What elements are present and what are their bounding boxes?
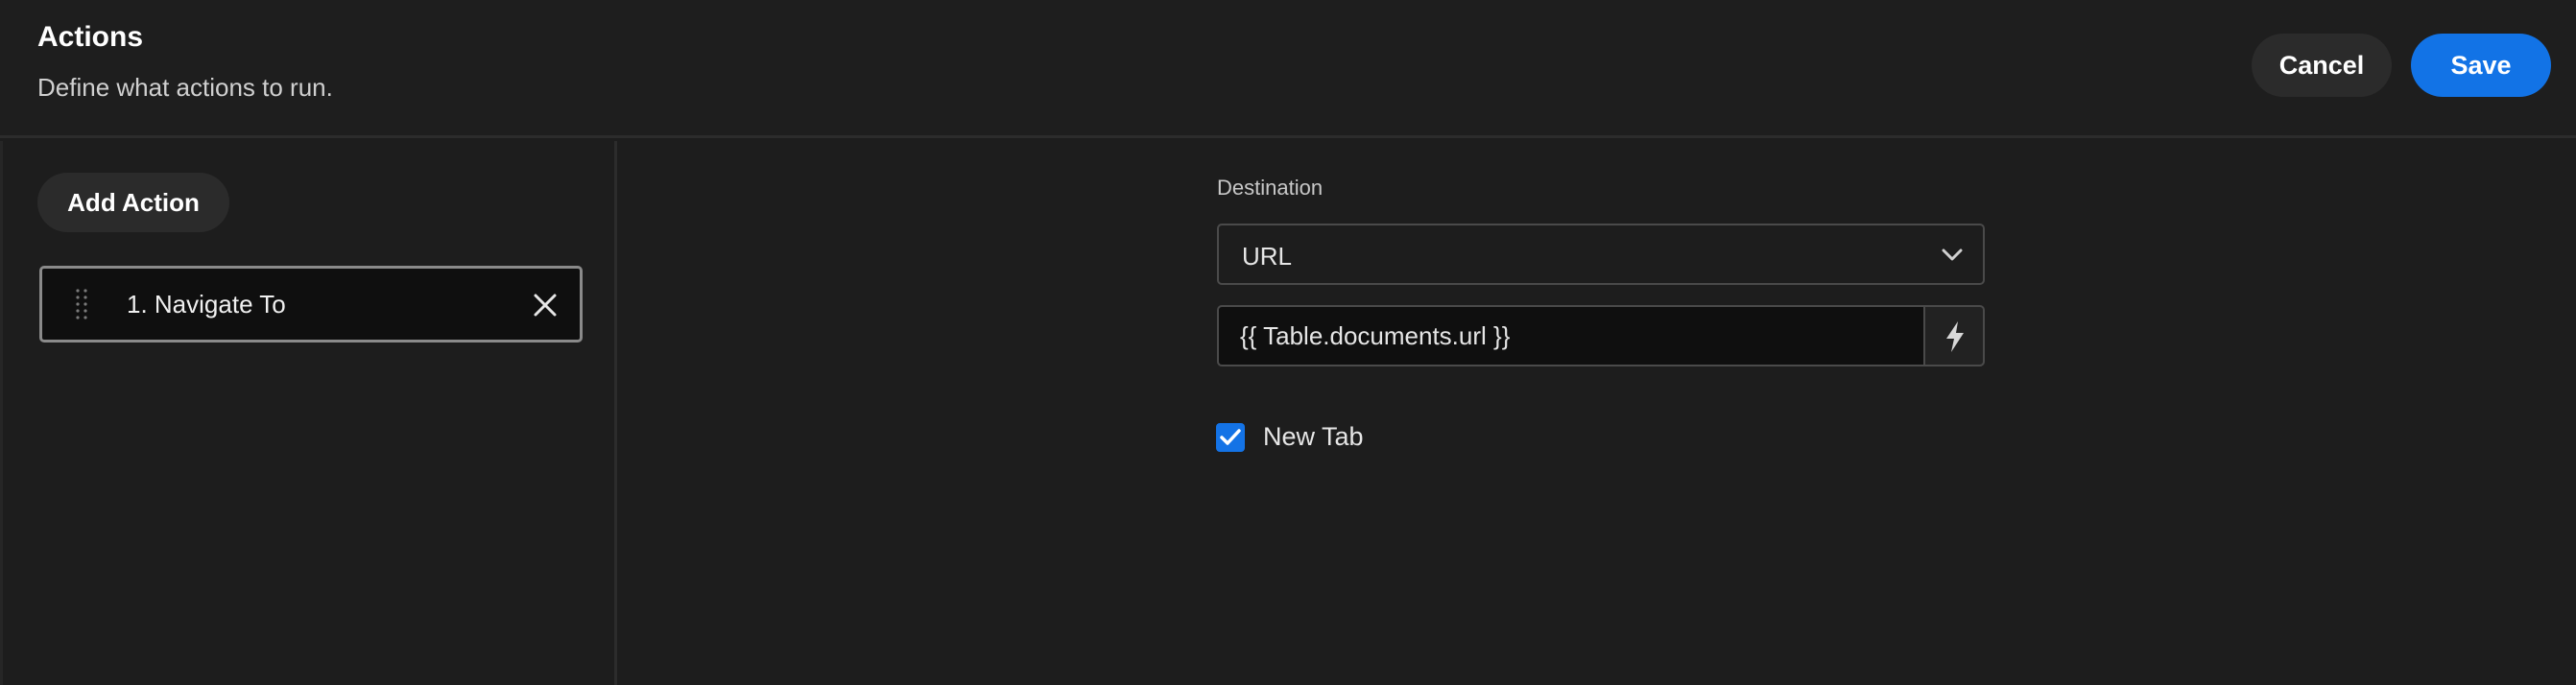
new-tab-label[interactable]: New Tab bbox=[1263, 422, 1364, 452]
destination-type-value: URL bbox=[1242, 242, 1293, 271]
action-list-item[interactable]: 1. Navigate To bbox=[39, 266, 583, 342]
drag-handle-icon[interactable] bbox=[75, 288, 88, 322]
checkmark-icon bbox=[1220, 429, 1241, 445]
page-title: Actions bbox=[37, 21, 144, 53]
actions-sidebar: Add Action 1. Navigate To bbox=[0, 141, 617, 685]
binding-button[interactable] bbox=[1923, 305, 1985, 366]
new-tab-checkbox[interactable] bbox=[1216, 423, 1245, 452]
cancel-button[interactable]: Cancel bbox=[2252, 34, 2392, 97]
header: Actions Define what actions to run. Canc… bbox=[0, 0, 2576, 138]
url-input[interactable] bbox=[1217, 305, 1925, 366]
destination-label: Destination bbox=[1217, 176, 1324, 200]
destination-type-select[interactable]: URL bbox=[1217, 224, 1985, 285]
action-item-label: 1. Navigate To bbox=[127, 290, 286, 319]
close-icon[interactable] bbox=[532, 292, 559, 319]
add-action-button[interactable]: Add Action bbox=[37, 173, 229, 232]
save-button[interactable]: Save bbox=[2411, 34, 2551, 97]
chevron-down-icon bbox=[1942, 248, 1963, 261]
lightning-bolt-icon bbox=[1946, 321, 1964, 352]
page-subtitle: Define what actions to run. bbox=[37, 73, 333, 102]
